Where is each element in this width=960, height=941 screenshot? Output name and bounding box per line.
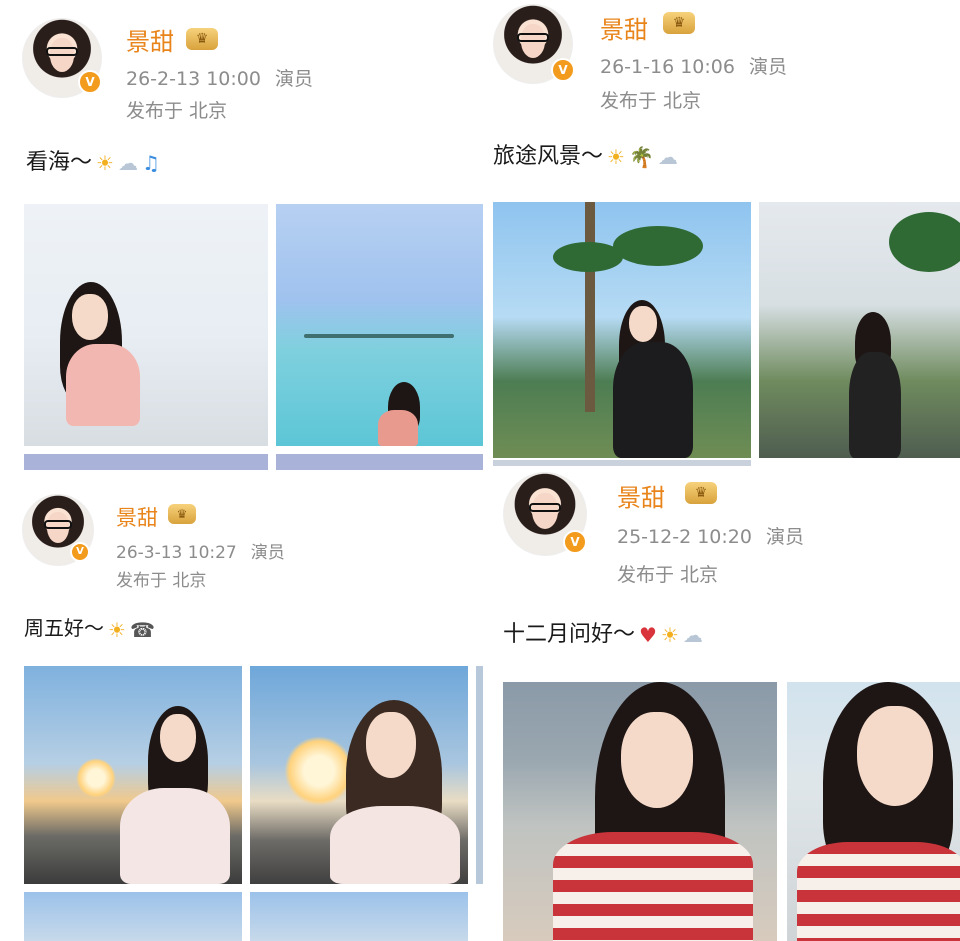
post-meta: 26-1-16 10:06 演员: [600, 52, 801, 79]
user-name[interactable]: 景甜: [600, 10, 648, 45]
cloud-icon: ☁: [657, 145, 678, 169]
person: [330, 806, 460, 884]
user-role: 演员: [250, 543, 285, 563]
weibo-post-1: V 景甜 ♛ 26-2-13 10:00 演员 发布于 北京 看海～ ☀ ☁ ♫: [0, 0, 483, 470]
user-name[interactable]: 景甜: [126, 22, 174, 57]
palm-frond: [613, 226, 703, 266]
user-role: 演员: [748, 56, 787, 78]
post-text: 周五好～ ☀ ☎: [24, 612, 155, 642]
palm-frond: [889, 212, 960, 272]
weibo-post-2: V 景甜 ♛ 26-1-16 10:06 演员 发布于 北京 旅途风景～ ☀ 🌴 ☁: [483, 0, 960, 466]
glasses-icon: [46, 47, 78, 57]
face: [629, 306, 657, 342]
person: [849, 352, 901, 458]
post-text-content: 周五好～: [24, 616, 104, 640]
vip-crown-icon: ♛: [168, 504, 196, 524]
photo-edge: [476, 666, 483, 884]
glasses-icon: [44, 520, 72, 529]
sun-icon: ☀: [96, 151, 114, 175]
photo-strip: [276, 454, 483, 470]
post-photo-2[interactable]: [250, 666, 468, 884]
person: [378, 410, 418, 446]
person: [66, 344, 140, 426]
vip-crown-icon: ♛: [186, 28, 218, 50]
user-name[interactable]: 景甜: [116, 502, 158, 532]
vip-crown-icon: ♛: [663, 12, 695, 34]
palm-tree-icon: 🌴: [628, 145, 654, 169]
weibo-post-4: V 景甜 ♛ 25-12-2 10:20 演员 发布于 北京 十二月问好～ ♥ ☀ ☁: [483, 466, 960, 941]
island: [304, 334, 454, 338]
person: [613, 342, 693, 458]
sun-icon: ☀: [108, 617, 126, 642]
post-text-content: 旅途风景～: [493, 144, 604, 169]
post-meta: 26-3-13 10:27 演员: [116, 538, 299, 563]
post-date: 26-1-16 10:06: [600, 56, 735, 78]
post-photo-1[interactable]: [493, 202, 751, 458]
user-role: 演员: [274, 68, 313, 90]
glasses-icon: [517, 33, 549, 43]
post-photo-3[interactable]: [24, 892, 242, 941]
phone-icon: ☎: [129, 617, 155, 642]
striped-shirt: [553, 832, 753, 941]
face: [160, 714, 196, 762]
post-location: 发布于 北京: [600, 90, 702, 112]
striped-shirt: [797, 842, 960, 941]
post-photo-2[interactable]: [276, 204, 483, 446]
vip-crown-icon: ♛: [685, 482, 717, 504]
sun: [76, 758, 116, 798]
person: [120, 788, 230, 884]
sun-icon: ☀: [607, 145, 625, 169]
post-date: 25-12-2 10:20: [617, 526, 752, 548]
music-note-icon: ♫: [141, 151, 160, 175]
post-location: 发布于 北京: [617, 564, 719, 586]
palm-trunk: [585, 202, 595, 412]
post-photo-1[interactable]: [24, 666, 242, 884]
face: [857, 706, 933, 806]
post-location: 发布于 北京: [116, 571, 207, 591]
post-date: 26-3-13 10:27: [116, 543, 237, 563]
post-text: 十二月问好～ ♥ ☀ ☁: [503, 616, 703, 648]
post-date: 26-2-13 10:00: [126, 68, 261, 90]
post-text: 旅途风景～ ☀ 🌴 ☁: [493, 138, 678, 170]
photo-strip: [24, 454, 268, 470]
weibo-post-3: V 景甜 ♛ 26-3-13 10:27 演员 发布于 北京 周五好～ ☀ ☎: [0, 470, 483, 941]
verified-badge-icon: V: [551, 58, 575, 82]
face: [621, 712, 693, 808]
user-name[interactable]: 景甜: [617, 478, 665, 513]
post-photo-4[interactable]: [250, 892, 468, 941]
face: [72, 294, 108, 340]
post-photo-1[interactable]: [503, 682, 777, 941]
verified-badge-icon: V: [78, 70, 102, 94]
post-photo-1[interactable]: [24, 204, 268, 446]
post-location: 发布于 北京: [126, 100, 228, 122]
face: [366, 712, 416, 778]
glasses-icon: [528, 502, 562, 513]
user-role: 演员: [765, 526, 804, 548]
sun: [284, 736, 354, 806]
heart-icon: ♥: [639, 623, 657, 647]
palm-frond: [553, 242, 623, 272]
cloud-icon: ☁: [682, 623, 703, 647]
post-text-content: 十二月问好～: [503, 622, 636, 647]
sun-icon: ☀: [660, 623, 679, 647]
post-photo-2[interactable]: [759, 202, 960, 458]
post-text-content: 看海～: [26, 150, 93, 175]
verified-badge-icon: V: [70, 542, 90, 562]
post-meta: 25-12-2 10:20 演员: [617, 522, 818, 549]
post-meta: 26-2-13 10:00 演员: [126, 64, 327, 91]
post-photo-2[interactable]: [787, 682, 960, 941]
cloud-icon: ☁: [117, 151, 138, 175]
post-text: 看海～ ☀ ☁ ♫: [26, 144, 160, 176]
verified-badge-icon: V: [563, 530, 587, 554]
